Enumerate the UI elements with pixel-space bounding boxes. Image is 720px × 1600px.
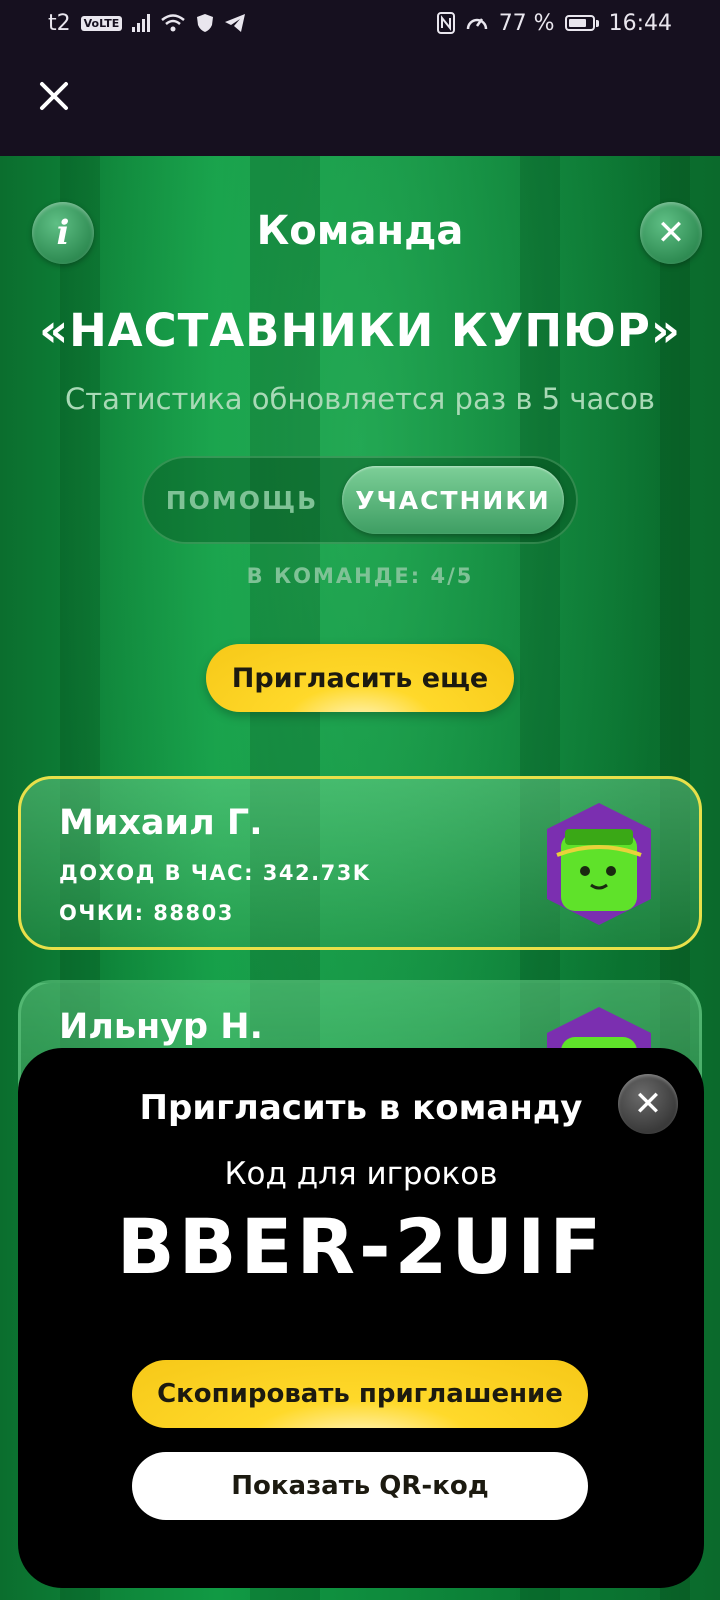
page-title: Команда [256, 208, 464, 254]
member-income: ДОХОД В ЧАС: 342.73K [59, 861, 371, 885]
battery-percent: 77 % [498, 10, 555, 36]
tab-help[interactable]: ПОМОЩЬ [142, 456, 342, 544]
team-name: «НАСТАВНИКИ КУПЮР» [39, 304, 681, 357]
show-qr-button[interactable]: Показать QR-код [132, 1452, 588, 1520]
code-label: Код для игроков [224, 1156, 498, 1192]
nfc-icon [436, 12, 455, 34]
member-name: Михаил Г. [59, 803, 263, 843]
volte-badge: VoLTE [80, 15, 123, 31]
avatar [547, 803, 651, 925]
status-left: t2 VoLTE [48, 11, 246, 36]
invite-code[interactable]: BBER-2UIF [18, 1202, 704, 1291]
close-icon: ✕ [656, 213, 686, 253]
battery-fill [568, 19, 586, 27]
members-count: В КОМАНДЕ: 4/5 [246, 564, 474, 588]
carrier-label: t2 [48, 10, 71, 36]
battery-icon [564, 15, 599, 31]
signal-icon [132, 14, 151, 32]
status-bar: t2 VoLTE 77 % 16:44 [0, 0, 720, 46]
invite-more-button[interactable]: Пригласить еще [206, 644, 514, 712]
member-card[interactable]: Михаил Г. ДОХОД В ЧАС: 342.73K ОЧКИ: 888… [18, 776, 702, 950]
tab-members[interactable]: УЧАСТНИКИ [342, 466, 564, 534]
wifi-icon [161, 14, 186, 32]
header-close-button[interactable]: ✕ [640, 202, 702, 264]
close-icon[interactable] [34, 76, 74, 116]
copy-invite-button[interactable]: Скопировать приглашение [132, 1360, 588, 1428]
member-points: ОЧКИ: 88803 [59, 901, 234, 925]
clock: 16:44 [608, 10, 672, 36]
invite-sheet: ✕ Пригласить в команду Код для игроков B… [18, 1048, 704, 1588]
speed-icon [466, 18, 487, 30]
app-top-bar [0, 46, 720, 156]
tab-switcher: ПОМОЩЬ УЧАСТНИКИ [142, 456, 578, 544]
member-name: Ильнур Н. [59, 1007, 263, 1047]
stats-subtitle: Статистика обновляется раз в 5 часов [64, 382, 656, 416]
telegram-icon [225, 14, 246, 32]
shield-icon [197, 14, 214, 32]
status-right: 77 % 16:44 [436, 10, 672, 36]
sheet-title: Пригласить в команду [139, 1088, 583, 1128]
